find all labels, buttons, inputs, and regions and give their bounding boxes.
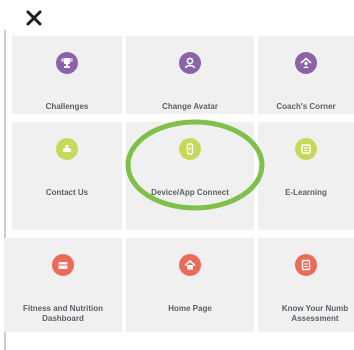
coach-icon xyxy=(295,52,317,74)
tile-e-learning[interactable]: E-Learning xyxy=(258,122,354,230)
tile-label-challenges: Challenges xyxy=(45,102,89,111)
tile-home-page[interactable]: Home Page xyxy=(126,238,254,332)
tile-label-e-learning: E-Learning xyxy=(285,188,327,197)
tile-label-fitness-nutrition-dashboard: Fitness and Nutrition Dashboard xyxy=(23,304,103,323)
home-icon xyxy=(179,254,201,276)
dashboard-icon xyxy=(52,254,74,276)
book-icon xyxy=(295,138,317,160)
phone-icon xyxy=(56,138,78,160)
tile-contact-us[interactable]: Contact Us xyxy=(12,122,122,230)
tile-device-app-connect[interactable]: Device/App Connect xyxy=(126,122,254,230)
tile-challenges[interactable]: Challenges xyxy=(12,36,122,114)
tile-label-change-avatar: Change Avatar xyxy=(162,102,218,111)
tile-coachs-corner[interactable]: Coach's Corner xyxy=(258,36,354,114)
tile-label-contact-us: Contact Us xyxy=(45,188,89,197)
tile-change-avatar[interactable]: Change Avatar xyxy=(126,36,254,114)
tile-label-device-app-connect: Device/App Connect xyxy=(151,188,229,197)
tile-know-your-numbers[interactable]: Know Your Numb Assessment xyxy=(258,238,354,332)
tile-label-coachs-corner: Coach's Corner xyxy=(276,102,336,111)
watch-icon xyxy=(179,138,201,160)
user-icon xyxy=(179,52,201,74)
clipboard-icon xyxy=(295,254,317,276)
tile-fitness-nutrition-dashboard[interactable]: Fitness and Nutrition Dashboard xyxy=(4,238,122,332)
trophy-icon xyxy=(56,52,78,74)
menu-grid: Challenges Change Avatar Coach's Corner xyxy=(0,0,354,350)
tile-label-know-your-numbers: Know Your Numb Assessment xyxy=(281,304,349,323)
tile-label-home-page: Home Page xyxy=(168,304,212,313)
